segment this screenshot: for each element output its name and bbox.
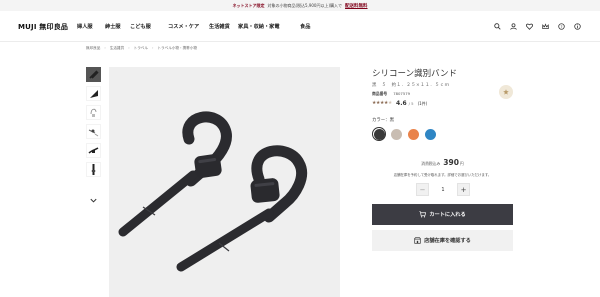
main-nav: 婦人服 紳士服 こども服 コスメ・ケア 生活雑貨 家具・収納・家電 食品 <box>77 23 310 30</box>
color-swatch-black[interactable] <box>372 127 386 141</box>
promo-highlight[interactable]: 配送料無料 <box>345 3 368 9</box>
nav-kids[interactable]: こども服 <box>130 23 168 30</box>
thumbnail[interactable] <box>86 105 101 120</box>
breadcrumb-separator: › <box>128 46 130 50</box>
quantity-minus-button[interactable]: − <box>416 183 429 196</box>
rating-score: 4.6 <box>396 100 407 107</box>
thumbnail[interactable] <box>86 86 101 101</box>
color-swatch-beige[interactable] <box>389 127 403 141</box>
product-code: 7807579 <box>393 91 411 96</box>
product-size: 黒 ５ 約１．２５×１１．５ｃｍ <box>372 83 450 88</box>
stars-filled: ★★★★ <box>372 101 389 106</box>
product-code-label: 商品番号 <box>372 91 388 96</box>
band-image <box>118 111 232 237</box>
promo-badge: ネットストア限定 <box>232 2 265 8</box>
rating-max: / 5 <box>408 101 414 106</box>
product-code-row: 商品番号 7807579 <box>372 91 410 97</box>
cart-icon <box>419 211 427 218</box>
muji-logo[interactable]: MUJI 無印良品 <box>18 22 68 32</box>
help-icon[interactable]: ? <box>557 22 565 30</box>
store-note: 店舗在庫を予約して受け取れます。詳細でお選びいただけます。 <box>393 173 492 177</box>
breadcrumb-separator: › <box>104 46 106 50</box>
price: 390 <box>443 158 459 167</box>
nav-womens[interactable]: 婦人服 <box>77 23 105 30</box>
nav-cosme[interactable]: コスメ・ケア <box>168 23 209 30</box>
breadcrumb-separator: › <box>152 46 154 50</box>
thumbnail[interactable] <box>86 67 101 82</box>
color-swatches <box>372 127 437 141</box>
add-to-cart-label: カートに入れる <box>429 212 466 218</box>
promo-banner[interactable]: ネットストア限定 対象の小物商品(税込5,900円以上)購入で 配送料無料 <box>0 0 600 11</box>
color-label: カラー：黒 <box>372 118 394 123</box>
thumbnail-list <box>86 67 101 181</box>
star-icon <box>503 89 509 95</box>
header-icons: ? <box>493 22 581 30</box>
breadcrumb-item[interactable]: 生活雑貨 <box>110 46 124 51</box>
currency: 円 <box>459 161 464 166</box>
promo-text: 対象の小物商品(税込5,900円以上)購入で <box>267 2 343 8</box>
nav-household[interactable]: 生活雑貨 <box>209 23 238 30</box>
stars-empty: ★ <box>388 101 393 106</box>
quantity-value[interactable]: 1 <box>429 187 457 193</box>
color-swatch-blue[interactable] <box>423 127 437 141</box>
site-header: MUJI 無印良品 婦人服 紳士服 こども服 コスメ・ケア 生活雑貨 家具・収納… <box>0 11 600 42</box>
nav-food[interactable]: 食品 <box>300 23 310 30</box>
crown-icon[interactable] <box>541 22 549 30</box>
product-main-image[interactable] <box>109 67 340 297</box>
favorite-button[interactable] <box>499 85 513 99</box>
thumbnail[interactable] <box>86 124 101 139</box>
thumbnail[interactable] <box>86 143 101 158</box>
quantity-stepper: − 1 + <box>416 183 470 196</box>
rating-row[interactable]: ★★★★★ 4.6 / 5 (1件) <box>372 100 427 107</box>
color-swatch-orange[interactable] <box>406 127 420 141</box>
breadcrumb: 無印良品 › 生活雑貨 › トラベル › トラベル小物・携帯小物 <box>86 46 197 51</box>
tax-label: 消費税込み <box>421 161 441 166</box>
chevron-down-icon[interactable] <box>89 190 98 203</box>
user-icon[interactable] <box>509 22 517 30</box>
review-count-link[interactable]: (1件) <box>418 101 428 107</box>
nav-mens[interactable]: 紳士服 <box>105 23 130 30</box>
add-to-cart-button[interactable]: カートに入れる <box>372 204 513 225</box>
check-store-stock-button[interactable]: 店舗在庫を確認する <box>372 230 513 251</box>
check-store-stock-label: 店舗在庫を確認する <box>424 238 471 244</box>
breadcrumb-item[interactable]: トラベル <box>134 46 148 51</box>
price-row: 消費税込み 390円 <box>372 158 513 167</box>
info-icon[interactable] <box>573 22 581 30</box>
heart-icon[interactable] <box>525 22 533 30</box>
store-icon <box>414 237 422 244</box>
product-title: シリコーン識別バンド <box>372 69 458 79</box>
thumbnail[interactable] <box>86 162 101 177</box>
quantity-plus-button[interactable]: + <box>457 183 470 196</box>
nav-furniture[interactable]: 家具・収納・家電 <box>238 23 300 30</box>
breadcrumb-item[interactable]: トラベル小物・携帯小物 <box>157 46 197 51</box>
svg-text:?: ? <box>560 23 562 28</box>
rating-stars: ★★★★★ <box>372 101 392 106</box>
breadcrumb-item[interactable]: 無印良品 <box>86 46 100 51</box>
search-icon[interactable] <box>493 22 501 30</box>
